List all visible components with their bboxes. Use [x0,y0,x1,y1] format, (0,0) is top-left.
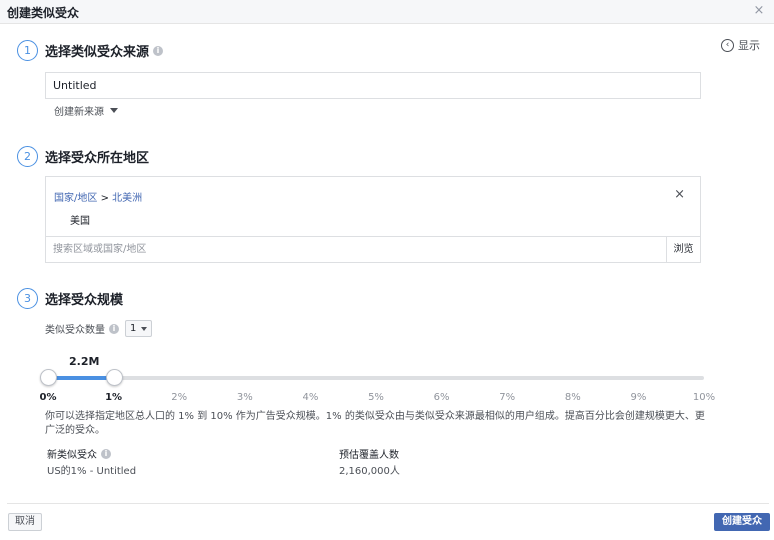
dialog-title: 创建类似受众 [7,6,80,20]
summary-col1-header: 新类似受众 i [47,446,111,461]
audience-size-slider[interactable] [48,376,704,380]
step-number-badge: 3 [17,288,38,309]
location-search-input[interactable] [46,237,666,262]
step-2-heading: 2 选择受众所在地区 [17,146,149,167]
dialog-titlebar: 创建类似受众 × [0,0,774,24]
breadcrumb-region[interactable]: 北美洲 [112,193,142,204]
create-source-label: 创建新来源 [54,107,104,118]
slider-tick-label: 0% [39,392,57,403]
info-icon[interactable]: i [101,448,111,459]
slider-tick-label: 2% [171,392,188,403]
step-number-badge: 2 [17,146,38,167]
slider-tick-label: 3% [236,392,253,403]
slider-tick-label: 10% [692,392,716,403]
slider-tick-label: 9% [630,392,647,403]
slider-handle-min[interactable] [40,369,57,386]
create-audience-button[interactable]: 创建受众 [714,513,770,531]
audience-size-description: 你可以选择指定地区总人口的 1% 到 10% 作为广告受众规模。1% 的类似受众… [45,411,705,436]
info-icon[interactable]: i [109,323,119,334]
summary-col1-header-label: 新类似受众 [47,450,97,461]
breadcrumb-country[interactable]: 国家/地区 [54,193,97,204]
step-3-heading: 3 选择受众规模 [17,288,123,309]
slider-value-label: 2.2M [69,355,100,368]
show-label: 显示 [738,39,760,52]
selected-country: 美国 [70,216,90,227]
slider-fill [48,376,114,380]
create-source-dropdown[interactable]: 创建新来源 [54,103,118,118]
location-breadcrumb: 国家/地区 > 北美洲 [54,189,142,204]
slider-tick-label: 4% [302,392,319,403]
summary-col2-header: 预估覆盖人数 [339,446,399,461]
location-search-row: 浏览 [46,236,700,262]
step-2-label: 选择受众所在地区 [45,151,150,166]
step-1-label: 选择类似受众来源 [45,45,150,60]
slider-tick-label: 5% [368,392,384,403]
info-icon[interactable]: i [153,45,164,56]
step-3-label: 选择受众规模 [45,293,124,308]
browse-button[interactable]: 浏览 [666,237,700,262]
slider-tick-label: 8% [564,392,581,403]
remove-location-icon[interactable]: × [674,187,685,202]
caret-down-icon [141,326,148,331]
cancel-button[interactable]: 取消 [8,513,42,531]
quantity-row: 类似受众数量 i 1 [45,320,153,337]
quantity-label: 类似受众数量 [45,325,105,336]
step-1-heading: 1 选择类似受众来源 i [17,40,164,61]
summary-col2-value: 2,160,000人 [339,466,400,477]
slider-tick-label: 6% [433,392,450,403]
quantity-value: 1 [130,323,137,334]
slider-handle-max[interactable] [105,369,123,386]
caret-down-icon [110,108,118,113]
footer-divider [7,503,769,504]
breadcrumb-separator: > [100,193,109,204]
slider-tick-label: 1% [105,392,123,403]
summary-col2-header-label: 预估覆盖人数 [339,450,399,461]
show-toggle[interactable]: ‹ 显示 [721,37,760,53]
slider-tick-label: 7% [499,392,516,403]
close-icon[interactable]: × [752,4,766,18]
summary-col1-value: US的1% - Untitled [47,466,137,477]
chevron-left-icon: ‹ [721,38,734,52]
quantity-select[interactable]: 1 [125,320,153,337]
source-input[interactable] [45,72,701,99]
location-box: 国家/地区 > 北美洲 × 美国 浏览 [45,176,701,263]
step-number-badge: 1 [17,40,38,61]
